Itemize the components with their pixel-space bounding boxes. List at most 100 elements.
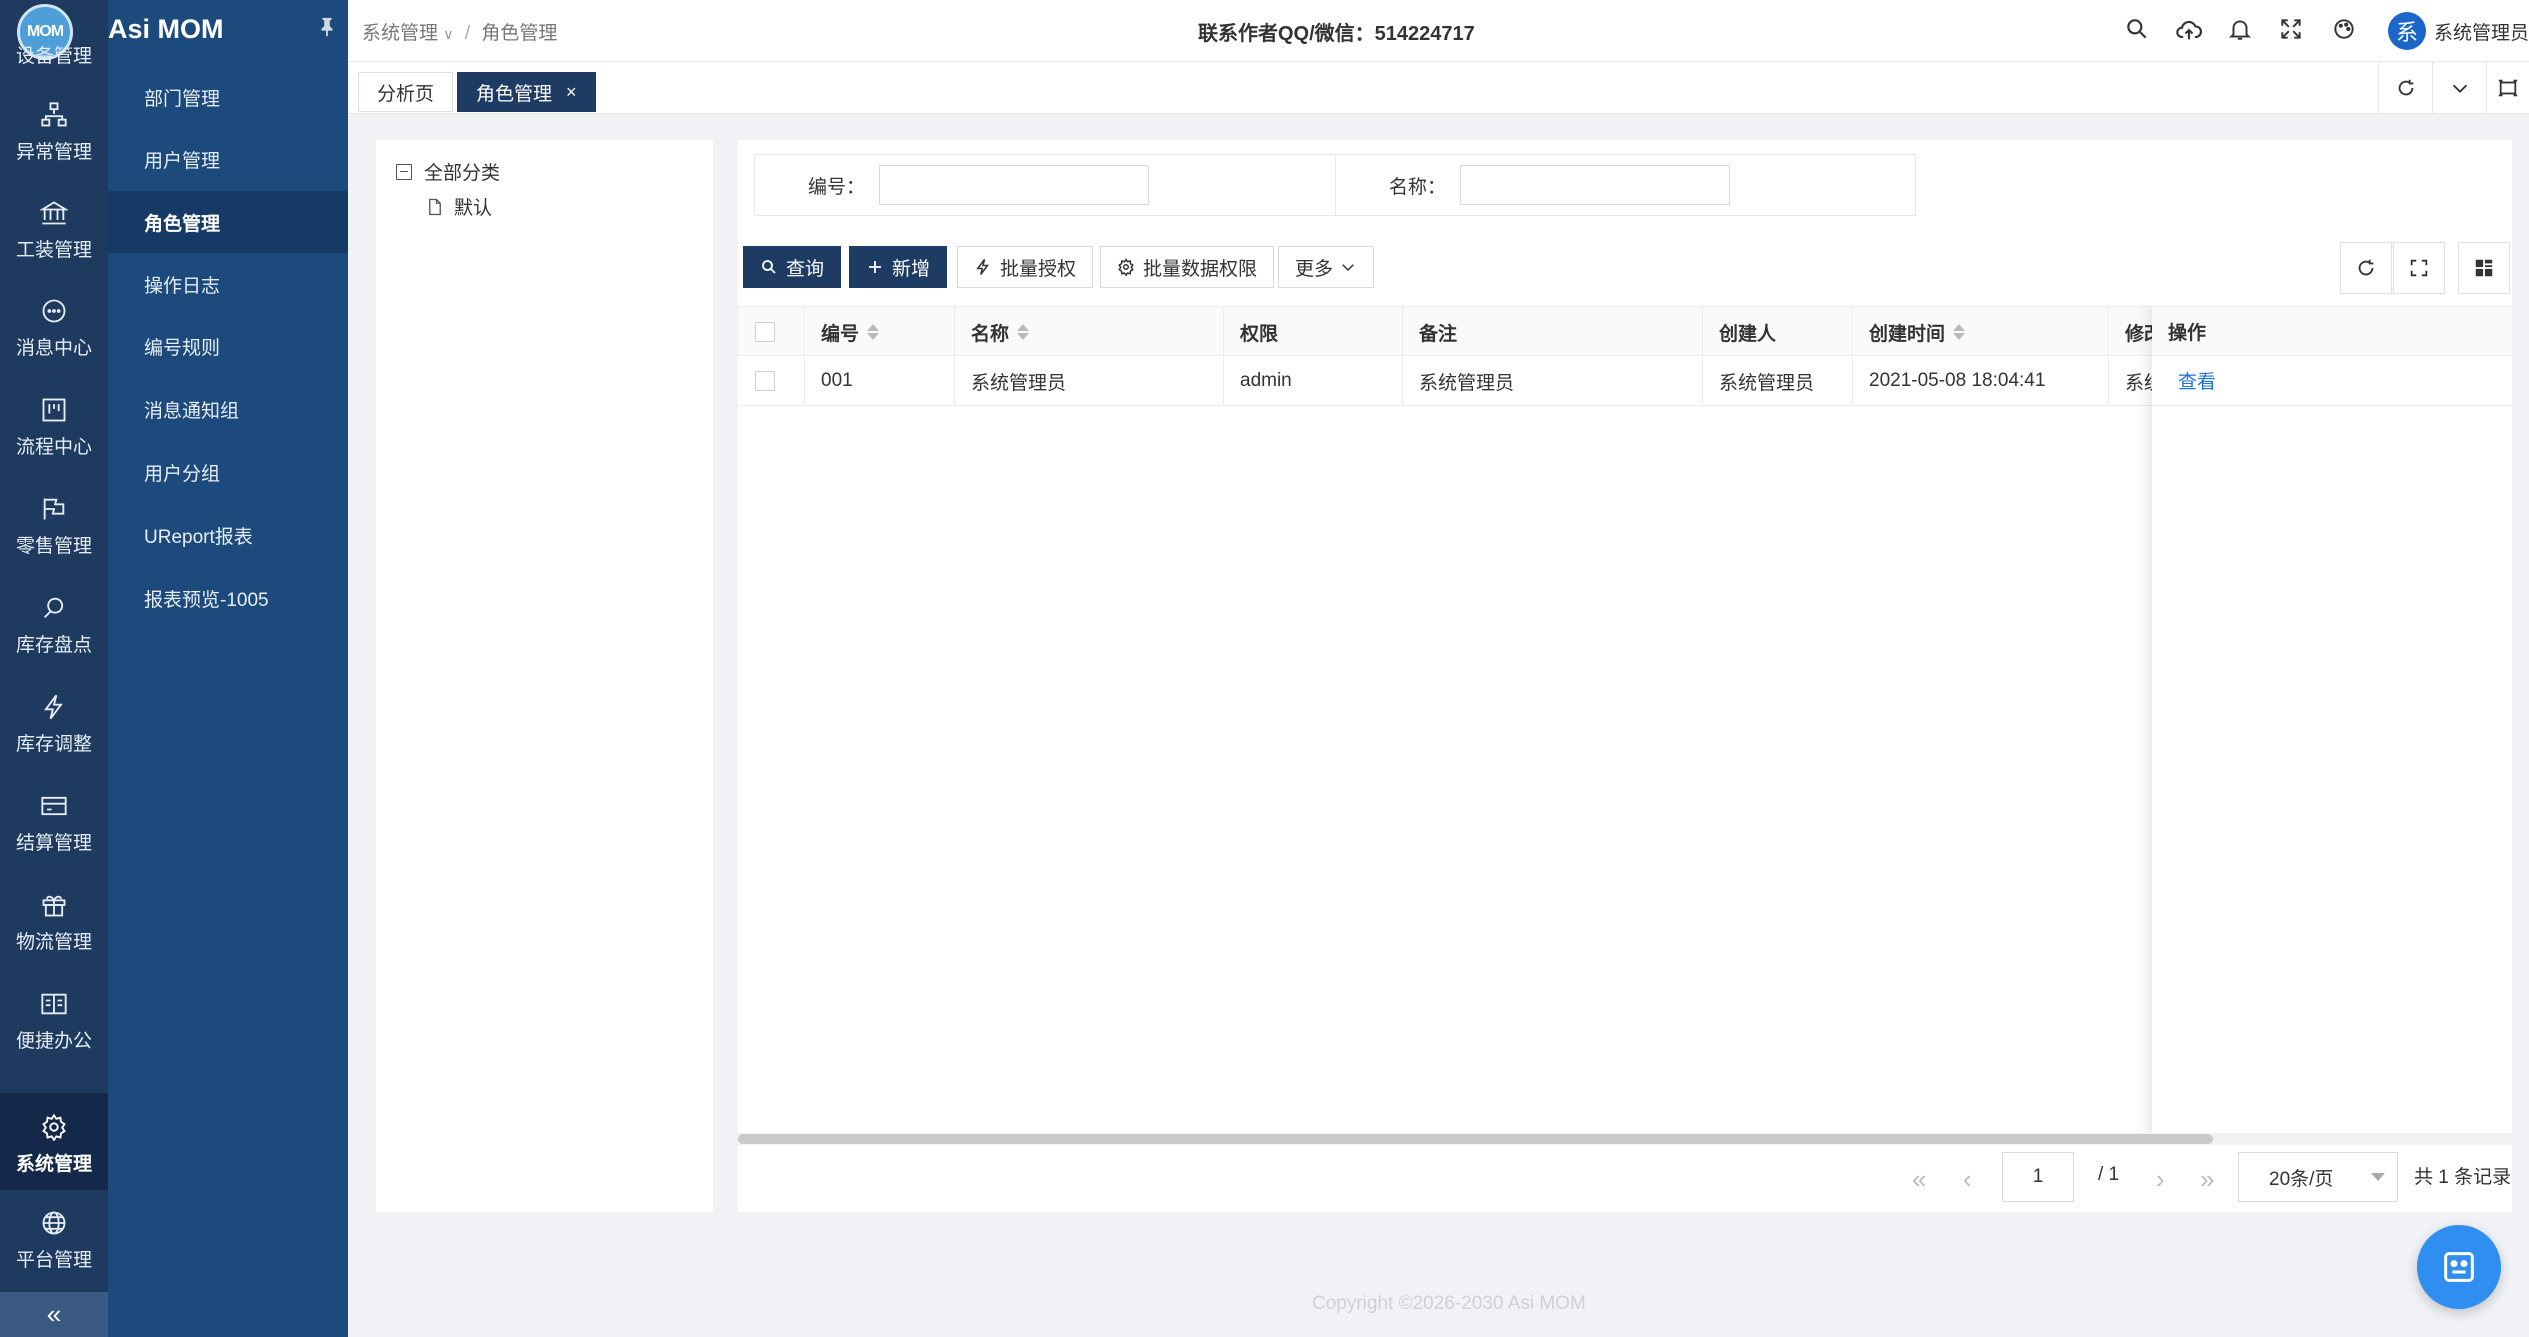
submenu-item-report-preview[interactable]: 报表预览-1005 — [108, 567, 348, 629]
sub-menu: Asi MOM 部门管理 用户管理 角色管理 操作日志 编号规则 消息通知组 用… — [108, 0, 348, 1337]
submenu-item-number-rule[interactable]: 编号规则 — [108, 315, 348, 377]
rail-item-office[interactable]: 便捷办公 — [0, 971, 108, 1067]
category-tree: 全部分类 默认 — [376, 140, 713, 1212]
name-input[interactable] — [1460, 165, 1730, 205]
tab-analysis[interactable]: 分析页 — [358, 72, 454, 112]
breadcrumb-item[interactable]: 系统管理 — [362, 23, 438, 44]
user-menu[interactable]: 系 系统管理员 — [2388, 12, 2529, 50]
submenu-item-operation-log[interactable]: 操作日志 — [108, 253, 348, 315]
rail-label: 平台管理 — [15, 1250, 92, 1271]
rail-item-settlement[interactable]: 结算管理 — [0, 773, 108, 869]
pin-icon[interactable] — [316, 16, 338, 42]
rail-item-stocktake[interactable]: 库存盘点 — [0, 575, 108, 671]
sort-icon[interactable] — [1953, 324, 1966, 340]
column-header-code[interactable]: 编号 — [805, 307, 955, 357]
first-page-icon[interactable]: « — [1912, 1164, 1926, 1195]
reload-tab-button[interactable] — [2378, 62, 2432, 114]
batch-auth-button[interactable]: 批量授权 — [957, 246, 1094, 288]
fullscreen-icon[interactable] — [2278, 16, 2308, 46]
view-link[interactable]: 查看 — [2178, 367, 2216, 394]
sort-icon[interactable] — [867, 324, 880, 340]
tab-dropdown-button[interactable] — [2432, 62, 2486, 114]
button-label: 新增 — [892, 258, 931, 280]
rail-item-platform[interactable]: 平台管理 — [0, 1190, 108, 1286]
rail-label: 库存盘点 — [15, 635, 92, 656]
batch-data-auth-button[interactable]: 批量数据权限 — [1100, 246, 1275, 288]
bank-icon — [40, 201, 68, 225]
submenu-item-role[interactable]: 角色管理 — [108, 191, 348, 253]
scrollbar-thumb[interactable] — [738, 1134, 2213, 1144]
rail-item-workflow[interactable]: 流程中心 — [0, 377, 108, 473]
theme-icon[interactable] — [2331, 16, 2361, 46]
robot-icon — [2444, 1252, 2474, 1282]
button-label: 更多 — [1295, 258, 1334, 280]
cell-created-time: 2021-05-08 18:04:41 — [1853, 356, 2109, 406]
submenu-item-department[interactable]: 部门管理 — [108, 66, 348, 128]
close-icon[interactable]: × — [566, 82, 577, 103]
horizontal-scrollbar[interactable] — [738, 1133, 2512, 1145]
table-fullscreen-button[interactable] — [2393, 242, 2445, 294]
code-input[interactable] — [879, 165, 1149, 205]
column-settings-button[interactable] — [2458, 242, 2510, 294]
rail-item-retail[interactable]: 零售管理 — [0, 476, 108, 572]
tab-fullscreen-button[interactable] — [2486, 62, 2529, 114]
breadcrumb: 系统管理 ∨ / 角色管理 — [362, 18, 557, 45]
rail-item-logistics[interactable]: 物流管理 — [0, 872, 108, 968]
more-button[interactable]: 更多 — [1278, 246, 1375, 288]
name-label: 名称： — [1388, 176, 1446, 198]
sort-icon[interactable] — [1017, 324, 1030, 340]
contact-info: 联系作者QQ/微信：514224717 — [1198, 23, 1475, 45]
query-button[interactable]: 查询 — [743, 246, 842, 288]
select-all-checkbox[interactable] — [755, 322, 775, 342]
tab-label: 角色管理 — [476, 83, 553, 105]
global-icon — [42, 1211, 66, 1235]
page-size-select[interactable]: 20条/页 — [2238, 1152, 2398, 1202]
last-page-icon[interactable]: » — [2200, 1164, 2214, 1195]
fullscreen-icon — [2410, 259, 2428, 277]
search-icon — [762, 260, 776, 274]
search-icon[interactable] — [2124, 16, 2154, 46]
tree-node-default[interactable]: 默认 — [426, 193, 492, 220]
chevron-down-icon: ∨ — [443, 26, 454, 42]
rail-label: 结算管理 — [15, 833, 92, 854]
cloud-upload-icon[interactable] — [2175, 16, 2205, 46]
assistant-button[interactable] — [2417, 1225, 2501, 1309]
rail-item-system[interactable]: 系统管理 — [0, 1093, 108, 1190]
prev-page-icon[interactable]: ‹ — [1963, 1164, 1972, 1195]
rail-item-exception[interactable]: 异常管理 — [0, 82, 108, 178]
copyright: Copyright ©2026-2030 Asi MOM — [1312, 1293, 1586, 1314]
submenu-item-notify-group[interactable]: 消息通知组 — [108, 378, 348, 440]
next-page-icon[interactable]: › — [2156, 1164, 2165, 1195]
row-checkbox[interactable] — [755, 371, 775, 391]
column-header-name[interactable]: 名称 — [955, 307, 1224, 357]
app-title: Asi MOM — [108, 14, 224, 44]
rail-item-tooling[interactable]: 工装管理 — [0, 180, 108, 276]
rail-label: 系统管理 — [15, 1154, 92, 1175]
tree-node-label: 全部分类 — [424, 163, 501, 184]
column-title: 编号 — [821, 323, 860, 345]
page-input[interactable]: 1 — [2002, 1152, 2074, 1202]
rail-item-device[interactable]: 设备管理 — [0, 36, 108, 76]
rail-item-stock-adjust[interactable]: 库存调整 — [0, 674, 108, 770]
tab-role-management[interactable]: 角色管理 × — [457, 72, 596, 112]
cell-permission: admin — [1224, 356, 1403, 406]
tree-node-root[interactable]: 全部分类 — [396, 158, 500, 185]
rail-label: 异常管理 — [15, 142, 92, 163]
bell-icon[interactable] — [2227, 16, 2257, 46]
rail-item-message[interactable]: 消息中心 — [0, 278, 108, 374]
top-header: 系统管理 ∨ / 角色管理 联系作者QQ/微信：514224717 系 系统管理… — [348, 0, 2529, 62]
collapse-menu-button[interactable]: « — [0, 1292, 108, 1337]
breadcrumb-item: 角色管理 — [481, 23, 558, 44]
add-button[interactable]: 新增 — [849, 246, 948, 288]
column-header-created-time[interactable]: 创建时间 — [1853, 307, 2109, 357]
submenu-item-user[interactable]: 用户管理 — [108, 128, 348, 190]
submenu-item-user-group[interactable]: 用户分组 — [108, 441, 348, 503]
page-size-value: 20条/页 — [2269, 1168, 2334, 1190]
refresh-button[interactable] — [2340, 242, 2392, 294]
column-title: 权限 — [1240, 323, 1279, 345]
minus-square-icon[interactable] — [396, 163, 412, 180]
sitemap-icon — [41, 102, 67, 127]
column-header-action: 操作 — [2152, 306, 2512, 356]
rail-label: 物流管理 — [15, 932, 92, 953]
submenu-item-ureport[interactable]: UReport报表 — [108, 504, 348, 566]
